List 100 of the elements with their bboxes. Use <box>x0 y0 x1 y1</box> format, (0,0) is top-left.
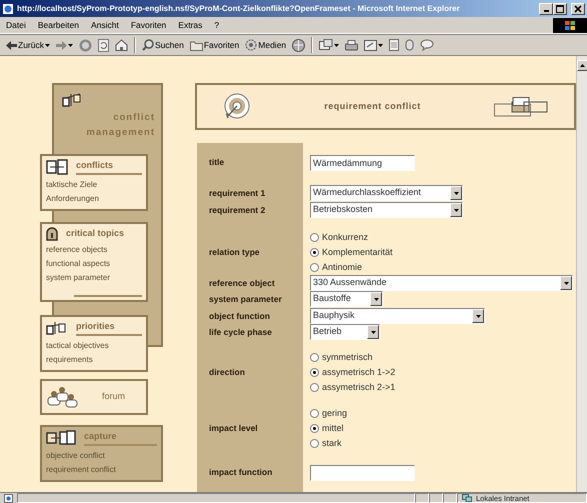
caret-icon <box>378 44 384 46</box>
dropdown-field[interactable]: Betrieb <box>310 324 380 340</box>
dropdown-field[interactable]: Baustoffe <box>310 291 383 307</box>
radio-option[interactable]: mittel <box>310 421 348 436</box>
favorites-button[interactable]: Favoriten <box>188 38 242 52</box>
radio-option[interactable]: symmetrisch <box>310 350 396 365</box>
close-icon <box>574 4 582 12</box>
target-icon <box>223 92 251 120</box>
minimize-button[interactable] <box>539 2 553 14</box>
people-icon <box>46 386 78 408</box>
radio-button[interactable] <box>310 439 319 448</box>
page-icon <box>389 39 400 51</box>
menu-item[interactable]: Ansicht <box>84 18 125 32</box>
close-button[interactable] <box>571 2 585 14</box>
radio-option[interactable]: stark <box>310 436 348 451</box>
browser-icon <box>2 2 14 14</box>
menu-item[interactable]: ? <box>208 18 226 32</box>
discuss-button[interactable] <box>418 39 436 51</box>
refresh-button[interactable] <box>96 38 111 52</box>
nav-link[interactable]: functional aspects <box>46 257 142 271</box>
nav-link[interactable]: taktische Ziele <box>46 178 142 192</box>
radio-option[interactable]: Antinomie <box>310 260 393 275</box>
radio-option[interactable]: gering <box>310 406 348 421</box>
search-button[interactable]: Suchen <box>140 38 186 52</box>
nav-link[interactable]: tactical objectives <box>46 338 142 352</box>
home-button[interactable] <box>112 39 130 51</box>
nav-link[interactable]: forum <box>102 390 126 404</box>
radio-button[interactable] <box>310 248 319 257</box>
field-label: requirement 1 <box>208 186 266 200</box>
radio-option[interactable]: assymetrisch 1->2 <box>310 365 396 380</box>
linked-squares-icon <box>46 159 68 175</box>
forward-button[interactable] <box>54 40 75 50</box>
nav-link[interactable]: requirement conflict <box>46 463 157 477</box>
refresh-icon <box>98 38 109 52</box>
mail-button[interactable] <box>317 39 342 51</box>
nav-link[interactable]: requirements <box>46 352 142 366</box>
minimize-icon <box>544 10 548 12</box>
page-icon <box>4 494 13 502</box>
caret-icon <box>44 44 50 46</box>
caret-icon <box>476 314 480 318</box>
caret-icon <box>334 44 340 46</box>
network-icon <box>462 494 472 502</box>
field-label: object function <box>208 310 271 322</box>
radio-option[interactable]: assymetrisch 2->1 <box>310 380 396 395</box>
nav-heading[interactable]: priorities <box>76 320 142 336</box>
menu-item[interactable]: Extras <box>172 18 208 32</box>
field-label: direction <box>208 366 246 379</box>
caret-icon <box>374 298 378 300</box>
radio-button[interactable] <box>310 368 319 377</box>
search-icon <box>142 39 154 51</box>
radio-button[interactable] <box>310 233 319 242</box>
stop-icon <box>78 38 92 52</box>
text-field[interactable]: Wärmedämmung <box>310 155 415 171</box>
page-title: requirement conflict <box>324 100 421 113</box>
messenger-button[interactable] <box>403 39 416 51</box>
nav-heading[interactable]: conflicts <box>76 159 142 175</box>
up-arrow-icon <box>580 64 585 67</box>
document-icon <box>364 40 378 50</box>
radio-button[interactable] <box>310 353 319 362</box>
forward-arrow-icon <box>56 40 67 50</box>
radio-option[interactable]: Konkurrenz <box>310 230 393 245</box>
dropdown-field[interactable]: Bauphysik <box>310 308 485 324</box>
radio-button[interactable] <box>310 409 319 418</box>
nav-link[interactable]: Anforderungen <box>46 192 142 206</box>
balance-icon <box>46 320 68 335</box>
caret-icon <box>370 330 376 334</box>
menu-item[interactable]: Datei <box>0 18 32 32</box>
field-label: title <box>208 156 226 168</box>
print-button[interactable] <box>343 40 360 50</box>
dropdown-field[interactable]: 330 Aussenwände <box>310 275 573 291</box>
section-title: conflict management <box>85 111 156 140</box>
field-label: requirement 2 <box>208 204 266 216</box>
media-button[interactable]: Medien <box>243 38 288 52</box>
history-button[interactable] <box>290 38 308 52</box>
folder-icon <box>190 40 203 50</box>
dropdown-field[interactable]: Wärmedurchlasskoeffizient <box>310 185 463 201</box>
menu-item[interactable]: Favoriten <box>124 18 172 32</box>
field-label: life cycle phase <box>208 326 273 338</box>
maximize-icon <box>556 4 564 12</box>
nav-heading[interactable]: critical topics <box>66 227 142 241</box>
edit-button[interactable] <box>362 40 386 50</box>
nav-link[interactable]: objective conflict <box>46 449 157 463</box>
caret-icon <box>454 208 458 212</box>
menu-item[interactable]: Bearbeiten <box>32 18 85 32</box>
dropdown-field[interactable]: Betriebskosten <box>310 202 463 218</box>
radio-button[interactable] <box>310 263 319 272</box>
back-button[interactable]: Zurück <box>4 38 52 52</box>
nav-link[interactable]: system parameter <box>46 271 142 285</box>
speech-bubble-icon <box>420 39 434 51</box>
nav-link[interactable]: reference objects <box>46 243 142 257</box>
maximize-button[interactable] <box>553 2 567 14</box>
text-field[interactable] <box>310 465 415 481</box>
radio-button[interactable] <box>310 424 319 433</box>
page-button[interactable] <box>387 39 402 51</box>
flag-icon <box>565 20 575 30</box>
scrollbar[interactable] <box>576 56 587 492</box>
caret-icon <box>564 282 568 284</box>
printer-icon <box>345 40 358 50</box>
radio-option[interactable]: Komplementarität <box>310 245 393 260</box>
radio-button[interactable] <box>310 383 319 392</box>
